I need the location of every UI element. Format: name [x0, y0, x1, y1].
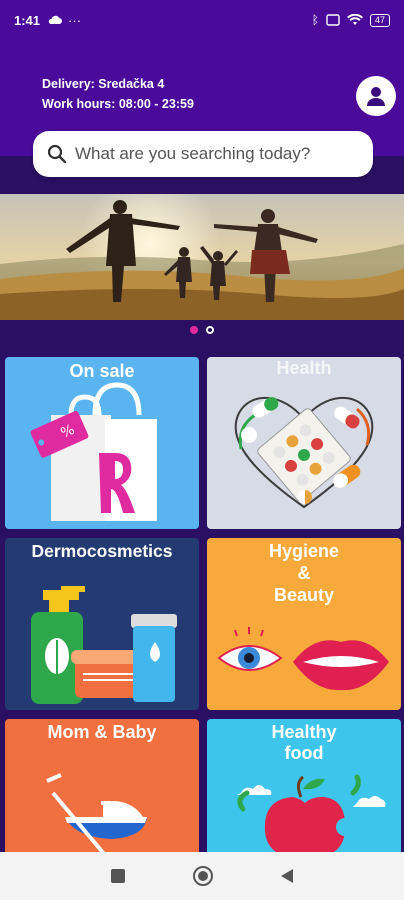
shopping-bag-icon: % — [30, 382, 157, 521]
apple-icon — [237, 774, 386, 859]
banner-dot[interactable] — [206, 326, 214, 334]
recent-apps-icon[interactable] — [110, 868, 126, 884]
user-icon — [367, 87, 385, 106]
search-bar[interactable] — [33, 131, 373, 177]
category-mom-baby[interactable]: Mom & Baby — [5, 719, 199, 859]
category-healthy-food[interactable]: Healthy food — [207, 719, 401, 859]
battery-icon: 47 — [369, 13, 390, 27]
bluetooth-icon: ᛒ — [311, 13, 319, 27]
category-hygiene-beauty[interactable]: Hygiene & Beauty — [207, 538, 401, 710]
category-dermocosmetics[interactable]: Dermocosmetics — [5, 538, 199, 710]
home-icon[interactable] — [192, 865, 214, 887]
sim-icon — [326, 14, 340, 26]
banner-image — [0, 194, 404, 320]
delivery-address[interactable]: Delivery: Sredačka 4 — [42, 77, 164, 91]
stroller-icon — [46, 773, 147, 857]
work-hours: Work hours: 08:00 - 23:59 — [42, 97, 194, 111]
search-icon — [47, 144, 67, 164]
wifi-icon — [346, 14, 363, 25]
category-health[interactable]: Health — [207, 357, 401, 529]
banner-pagination[interactable] — [0, 326, 404, 334]
profile-button[interactable] — [356, 76, 396, 116]
eye-lips-icon — [217, 627, 389, 691]
status-time: 1:41 — [14, 12, 41, 28]
more-notifications-icon: ··· — [68, 12, 82, 28]
system-nav-bar — [0, 852, 404, 900]
promo-banner[interactable] — [0, 194, 404, 320]
pills-icon — [234, 397, 374, 509]
banner-dot-active[interactable] — [190, 326, 198, 334]
search-input[interactable] — [75, 144, 345, 164]
back-icon[interactable] — [280, 868, 294, 884]
cloud-icon — [48, 15, 63, 24]
cosmetics-icon — [31, 586, 177, 704]
status-bar: 1:41 ··· ᛒ 47 — [0, 0, 404, 40]
category-on-sale[interactable]: On sale % — [5, 357, 199, 529]
